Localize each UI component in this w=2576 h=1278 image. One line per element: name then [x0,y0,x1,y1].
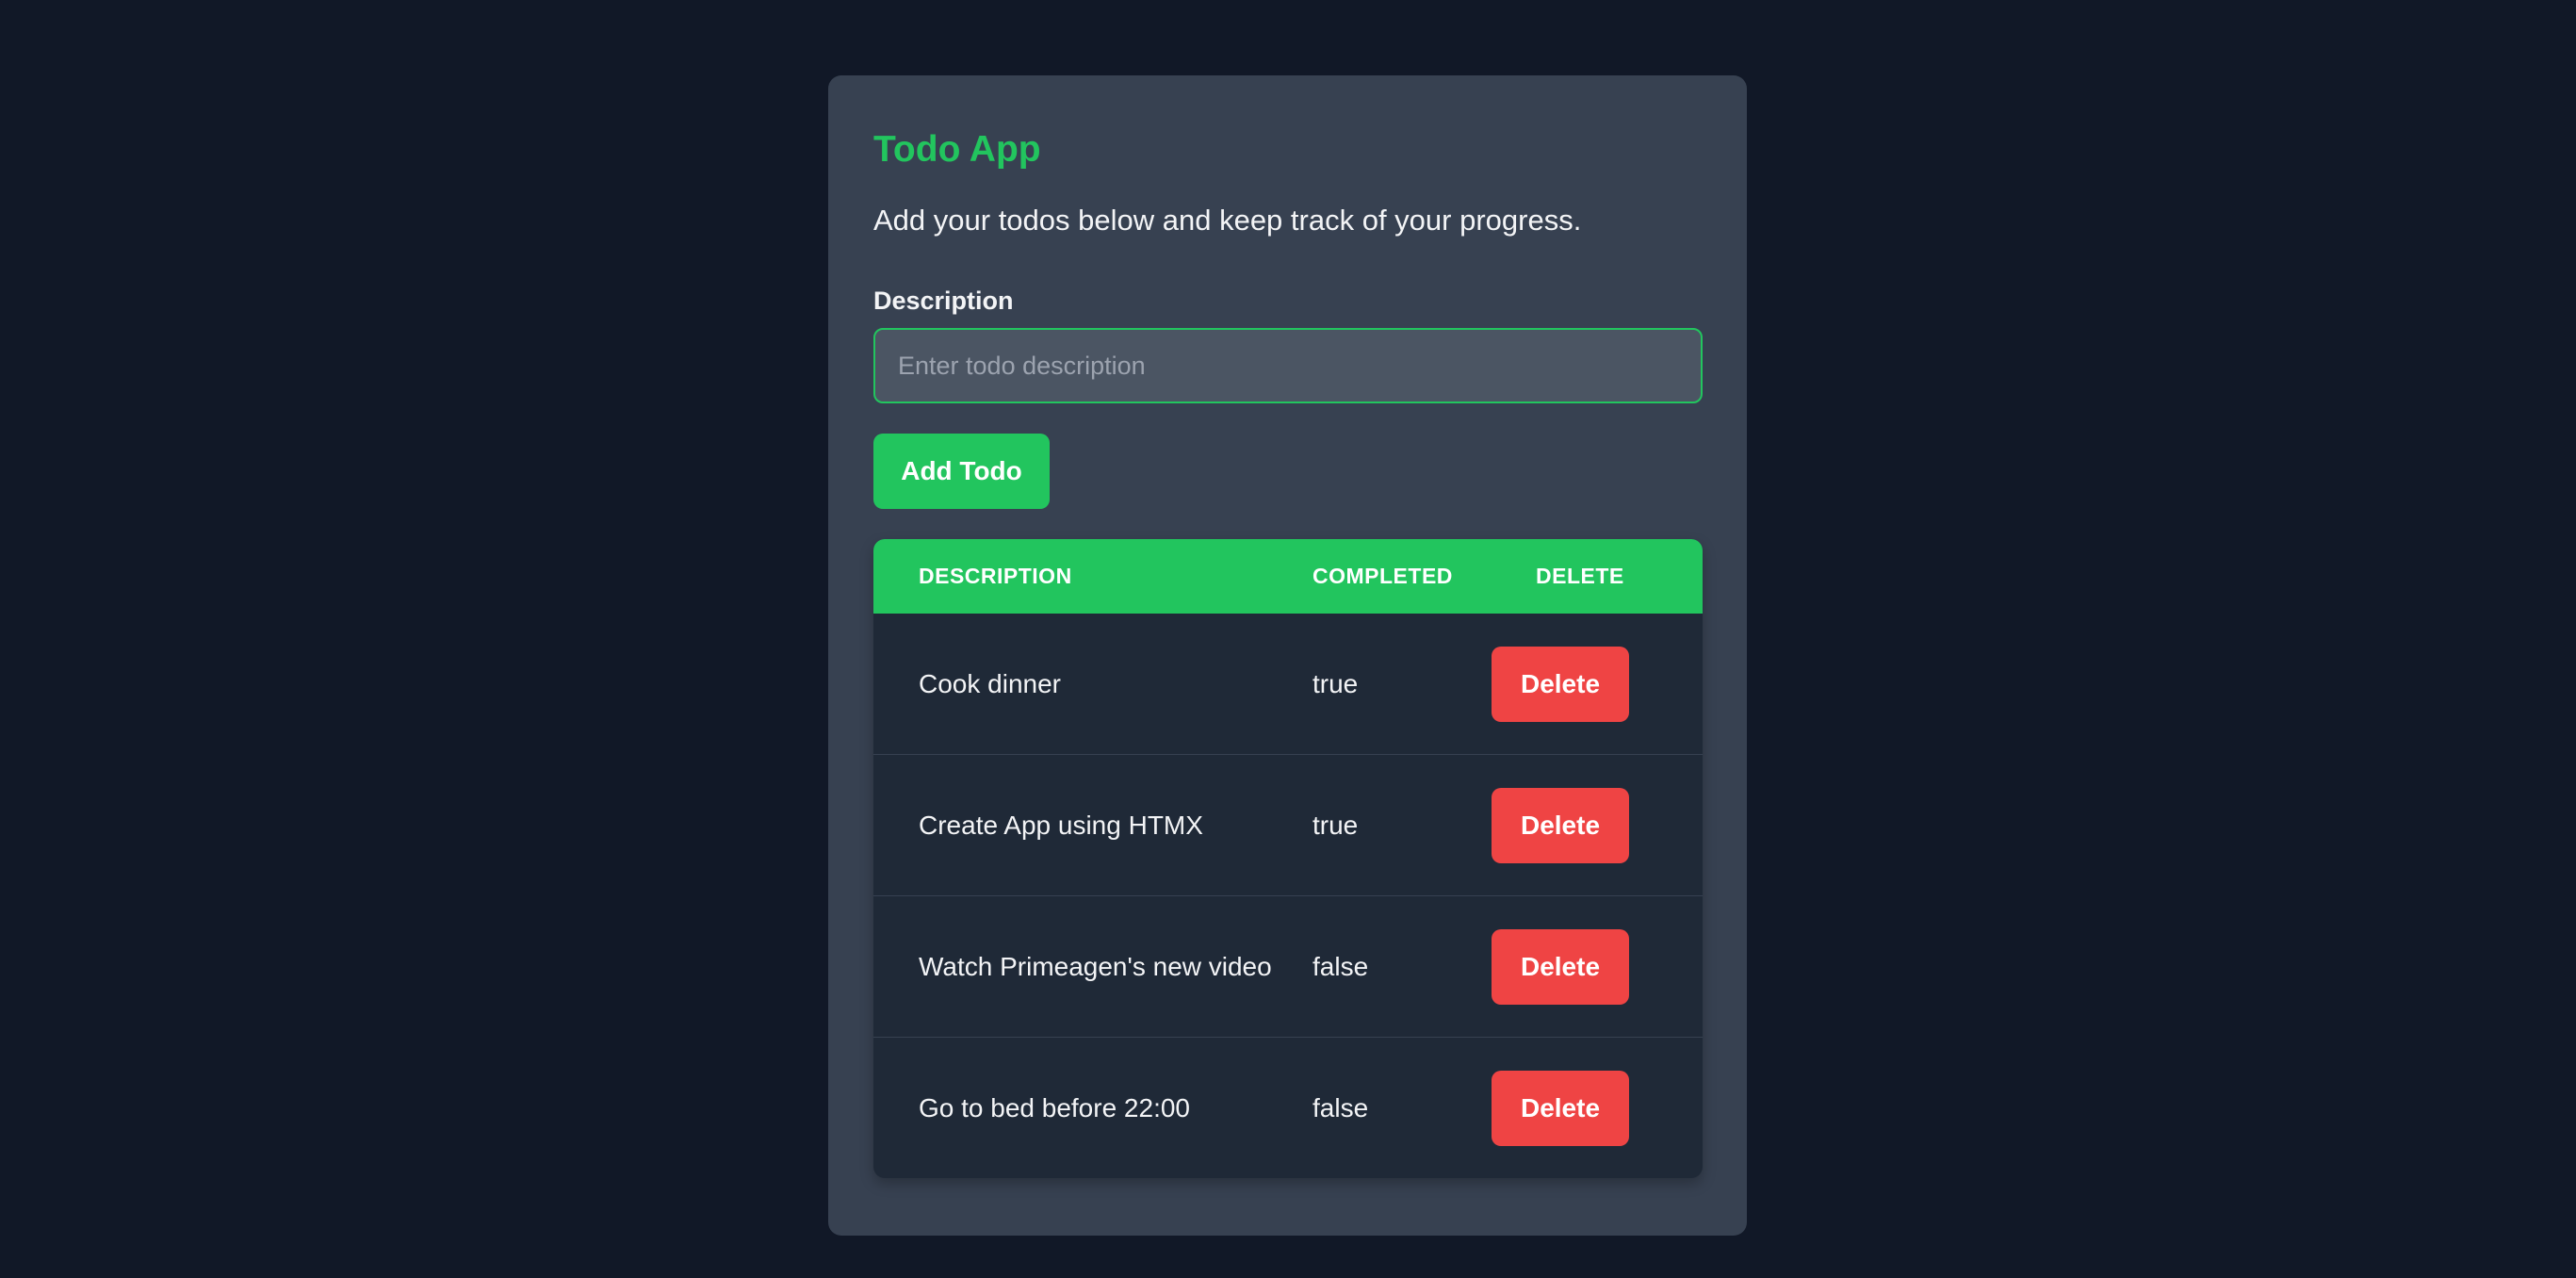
todo-description: Cook dinner [919,668,1061,698]
todo-card: Todo App Add your todos below and keep t… [828,75,1747,1236]
table-row: Watch Primeagen's new video false Delete [873,896,1703,1038]
header-description: Description [919,564,1072,588]
add-todo-button[interactable]: Add Todo [873,434,1050,509]
todo-description: Watch Primeagen's new video [919,951,1272,981]
delete-button[interactable]: Delete [1492,1070,1629,1146]
page-title: Todo App [873,129,1041,170]
table-row: Cook dinner true Delete [873,614,1703,755]
description-label: Description [873,287,1014,315]
header-delete: Delete [1536,564,1624,588]
delete-cell: Delete [1492,1070,1703,1146]
todo-description: Go to bed before 22:00 [919,1092,1190,1122]
delete-cell: Delete [1492,787,1703,863]
delete-cell: Delete [1492,646,1703,722]
delete-button[interactable]: Delete [1492,787,1629,863]
todo-table: Description Completed Delete Cook dinner… [873,539,1703,1178]
delete-button[interactable]: Delete [1492,646,1629,722]
delete-cell: Delete [1492,928,1703,1005]
description-input[interactable] [873,328,1703,403]
page-subtitle: Add your todos below and keep track of y… [873,204,1582,237]
table-row: Create App using HTMX true Delete [873,755,1703,896]
table-header: Description Completed Delete [873,539,1703,614]
header-completed: Completed [1312,564,1453,588]
todo-description: Create App using HTMX [919,810,1203,840]
delete-button[interactable]: Delete [1492,928,1629,1005]
table-row: Go to bed before 22:00 false Delete [873,1038,1703,1178]
